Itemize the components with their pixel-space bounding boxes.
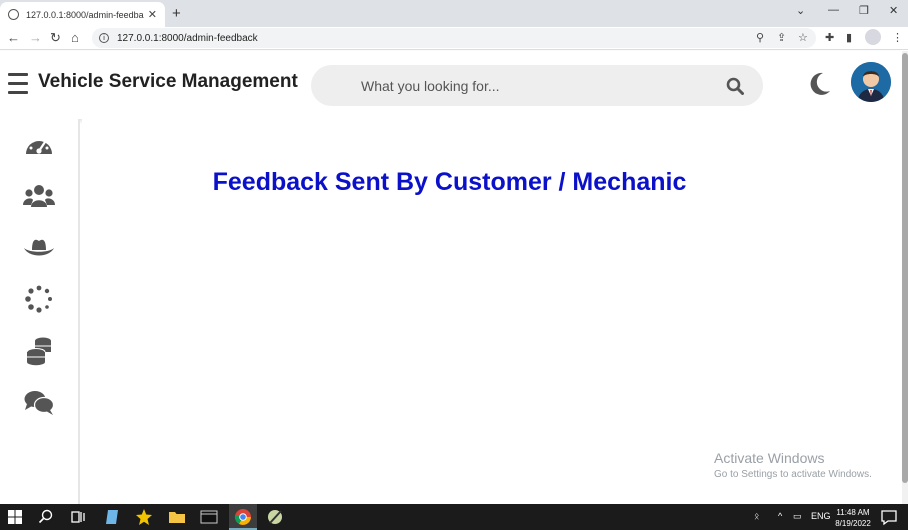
tab-title: 127.0.0.1:8000/admin-feedback (26, 9, 144, 20)
taskbar: ᛟ ^ ▭ ENG 11:48 AM 8/19/2022 (0, 504, 908, 530)
mechanic-hat-icon (24, 239, 54, 256)
tab-search-icon[interactable]: ⌄ (796, 4, 805, 17)
terminal-icon[interactable] (200, 508, 218, 526)
scrollbar-thumb[interactable] (902, 53, 908, 483)
extensions-icon[interactable]: ✚ (825, 31, 834, 44)
sidebar-item-dashboard[interactable] (22, 130, 56, 160)
search-taskbar-icon[interactable] (37, 508, 55, 526)
star-app-icon[interactable] (135, 508, 153, 526)
main-content: Feedback Sent By Customer / Mechanic Act… (82, 119, 902, 504)
search-bar (311, 65, 763, 106)
globe-icon (8, 9, 19, 20)
coins-icon (26, 337, 51, 366)
new-tab-button[interactable]: + (172, 5, 181, 22)
chevron-up-icon[interactable]: ^ (778, 511, 782, 521)
profile-icon[interactable] (865, 29, 881, 45)
search-icon[interactable] (726, 77, 744, 95)
users-icon (23, 185, 55, 207)
task-view-icon[interactable] (69, 508, 87, 526)
dashboard-icon (26, 136, 52, 154)
watermark-line2: Go to Settings to activate Windows. (714, 469, 872, 480)
sidebar-item-mechanics[interactable] (22, 233, 56, 263)
notifications-icon[interactable] (880, 508, 898, 526)
page-scrollbar[interactable] (902, 51, 908, 504)
browser-toolbar: ← → ↻ ⌂ i 127.0.0.1:8000/admin-feedback … (0, 27, 908, 50)
comments-icon (24, 391, 54, 415)
tab-close-icon[interactable]: ✕ (148, 8, 157, 21)
avatar[interactable] (851, 62, 891, 102)
back-icon[interactable]: ← (7, 30, 20, 45)
search-input[interactable] (361, 65, 721, 106)
language-indicator[interactable]: ENG (811, 511, 831, 521)
app-header: Vehicle Service Management (0, 51, 902, 119)
sidebar-item-users[interactable] (22, 181, 56, 211)
chrome-icon[interactable] (234, 508, 252, 526)
system-clock[interactable]: 11:48 AM 8/19/2022 (830, 507, 876, 529)
people-icon[interactable]: ᛟ (754, 511, 759, 521)
browser-tab[interactable]: 127.0.0.1:8000/admin-feedback ✕ (0, 2, 165, 27)
home-icon[interactable]: ⌂ (71, 30, 79, 45)
app-title: Vehicle Service Management (38, 71, 298, 92)
network-icon[interactable]: ▭ (793, 511, 802, 522)
spinner-icon (25, 285, 52, 313)
reload-icon[interactable]: ↻ (50, 30, 61, 46)
side-panel-icon[interactable]: ▮ (846, 31, 852, 44)
forward-icon[interactable]: → (29, 30, 42, 45)
browser-tabstrip: 127.0.0.1:8000/admin-feedback ✕ + ⌄ — ❐ … (0, 0, 908, 27)
notepad-icon[interactable] (103, 508, 121, 526)
close-window-icon[interactable]: ✕ (889, 4, 898, 17)
watermark-line1: Activate Windows (714, 450, 825, 466)
zoom-icon[interactable]: ⚲ (756, 31, 764, 44)
share-icon[interactable]: ⇪ (777, 31, 786, 44)
sidebar (0, 119, 80, 504)
browser-menu-icon[interactable]: ⋮ (892, 31, 903, 44)
site-info-icon[interactable]: i (99, 33, 109, 43)
paint-app-icon[interactable] (266, 508, 284, 526)
minimize-icon[interactable]: — (828, 4, 839, 16)
hamburger-menu-icon[interactable] (8, 73, 28, 95)
address-bar[interactable]: i 127.0.0.1:8000/admin-feedback (92, 28, 816, 48)
activate-windows-watermark: Activate Windows Go to Settings to activ… (714, 450, 872, 480)
restore-icon[interactable]: ❐ (859, 4, 869, 17)
file-explorer-icon[interactable] (168, 508, 186, 526)
url-text: 127.0.0.1:8000/admin-feedback (117, 32, 258, 44)
clock-time: 11:48 AM (836, 508, 870, 517)
sidebar-item-invoices[interactable] (22, 336, 56, 366)
sidebar-item-requests[interactable] (22, 284, 56, 314)
sidebar-item-feedback[interactable] (22, 388, 56, 418)
windows-start-icon[interactable] (6, 508, 24, 526)
clock-date: 8/19/2022 (835, 519, 871, 528)
moon-icon[interactable] (806, 71, 832, 97)
bookmark-star-icon[interactable]: ☆ (798, 31, 808, 44)
page-title: Feedback Sent By Customer / Mechanic (212, 168, 687, 196)
